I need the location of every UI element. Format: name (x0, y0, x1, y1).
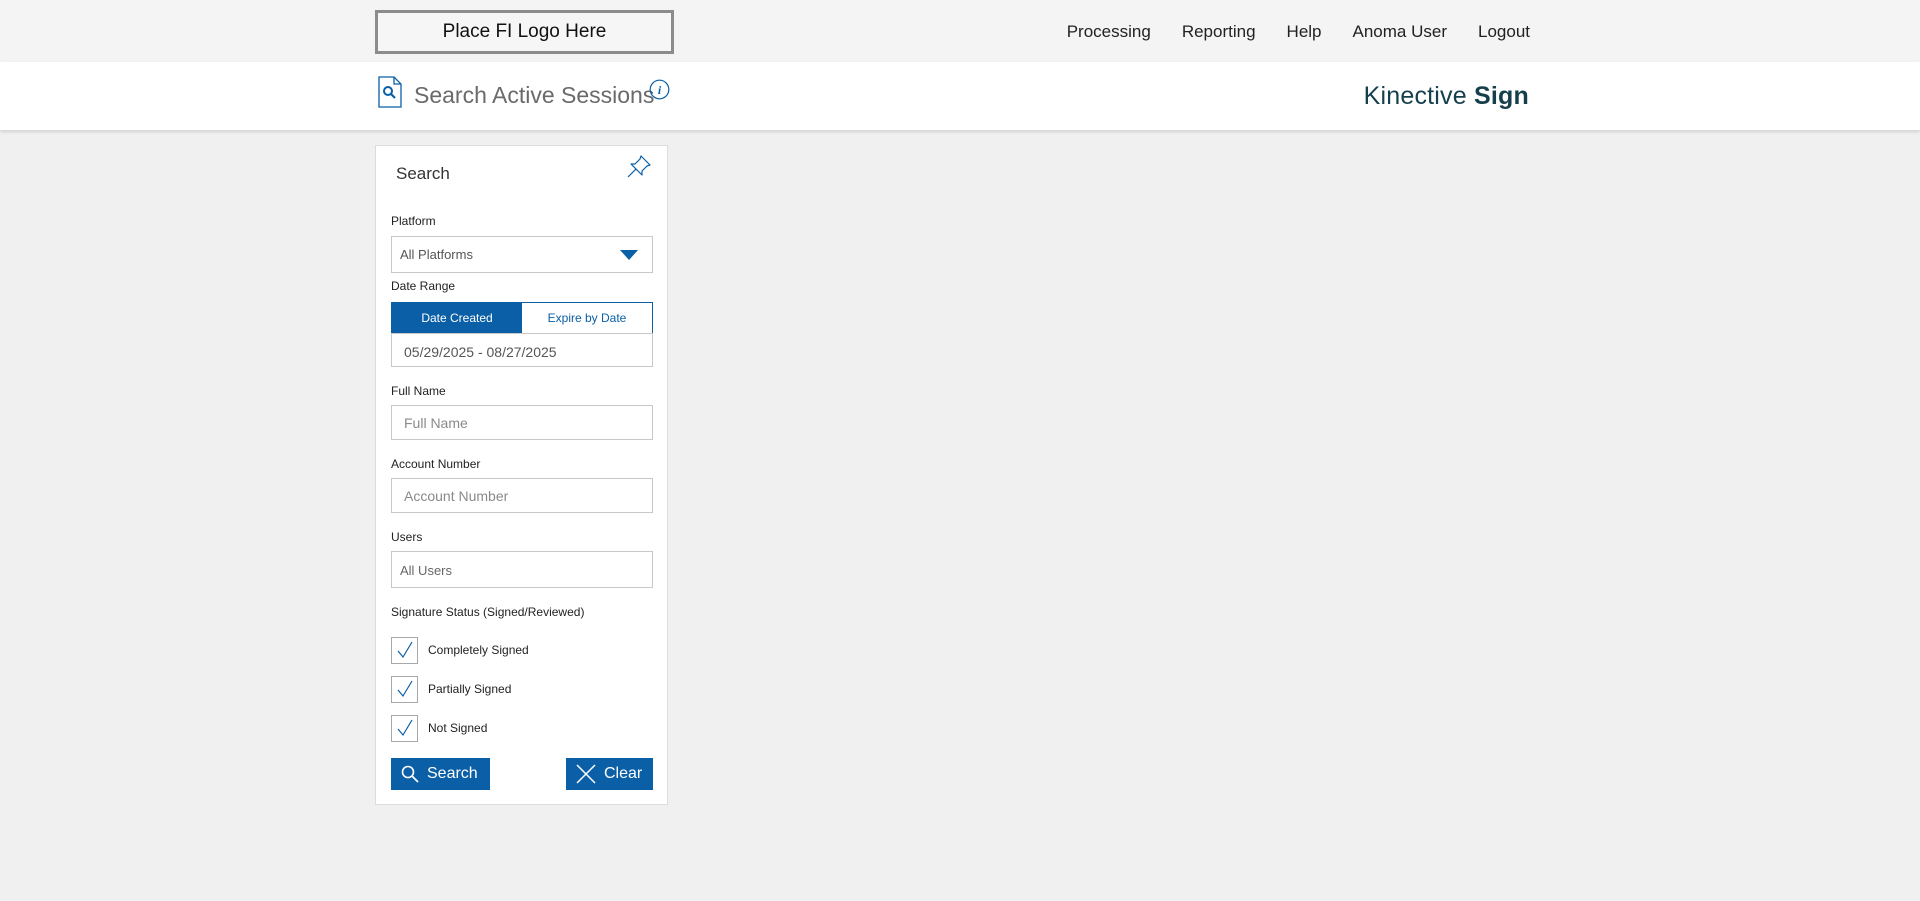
nav-help[interactable]: Help (1287, 22, 1322, 42)
svg-text:i: i (658, 83, 662, 97)
account-number-label: Account Number (391, 457, 481, 471)
not-signed-label: Not Signed (428, 721, 488, 735)
page-search-icon (378, 76, 402, 108)
brand-bold: Sign (1474, 82, 1529, 110)
partially-signed-label: Partially Signed (428, 682, 512, 696)
date-type-toggle: Date Created Expire by Date (391, 302, 653, 334)
completely-signed-label: Completely Signed (428, 643, 529, 657)
signature-status-label: Signature Status (Signed/Reviewed) (391, 605, 585, 619)
users-select-value: All Users (400, 563, 453, 578)
brand-regular: Kinective (1363, 82, 1467, 110)
platform-select-value: All Platforms (400, 247, 473, 262)
close-icon (576, 764, 596, 784)
pin-icon[interactable] (625, 153, 653, 181)
main-nav: Processing Reporting Help Anoma User Log… (1067, 22, 1530, 42)
status-option-not-signed: Not Signed (391, 714, 487, 742)
search-button-label: Search (427, 765, 478, 782)
partially-signed-checkbox[interactable] (391, 675, 418, 703)
tab-date-created[interactable]: Date Created (392, 303, 522, 333)
top-bar: Place FI Logo Here Processing Reporting … (0, 0, 1920, 62)
date-range-label: Date Range (391, 279, 456, 293)
status-option-completely-signed: Completely Signed (391, 636, 529, 664)
platform-select[interactable]: All Platforms (391, 236, 653, 273)
users-label: Users (391, 530, 423, 544)
page-title: Search Active Sessions (414, 82, 655, 108)
search-icon (401, 765, 419, 783)
nav-reporting[interactable]: Reporting (1182, 22, 1256, 42)
platform-label: Platform (391, 214, 436, 228)
search-panel: Search Platform All Platforms Date Range… (375, 145, 668, 805)
info-icon[interactable]: i (649, 79, 670, 100)
checkmark-icon (397, 680, 413, 698)
brand-logo: Kinective Sign (1364, 82, 1529, 111)
logo-text: Place FI Logo Here (442, 21, 607, 42)
account-number-input[interactable] (391, 478, 653, 513)
checkmark-icon (397, 719, 413, 737)
clear-button-label: Clear (604, 765, 643, 782)
clear-button[interactable]: Clear (566, 758, 653, 790)
checkmark-icon (397, 641, 413, 659)
search-panel-title: Search (396, 164, 450, 183)
status-option-partially-signed: Partially Signed (391, 675, 511, 703)
users-select[interactable]: All Users (391, 551, 653, 588)
fi-logo-placeholder[interactable]: Place FI Logo Here (375, 10, 674, 54)
date-range-field[interactable]: 05/29/2025 - 08/27/2025 (391, 333, 653, 367)
page-header: Search Active Sessions i Kinective Sign (0, 62, 1920, 130)
full-name-label: Full Name (391, 384, 446, 398)
date-range-value: 05/29/2025 - 08/27/2025 (404, 344, 557, 360)
full-name-input[interactable] (391, 405, 653, 440)
tab-expire-by-date[interactable]: Expire by Date (522, 303, 652, 333)
not-signed-checkbox[interactable] (391, 714, 418, 742)
search-button[interactable]: Search (391, 758, 490, 790)
nav-user-menu[interactable]: Anoma User (1353, 22, 1447, 42)
chevron-down-icon (620, 250, 638, 260)
nav-processing[interactable]: Processing (1067, 22, 1151, 42)
completely-signed-checkbox[interactable] (391, 636, 418, 664)
nav-logout[interactable]: Logout (1478, 22, 1530, 42)
